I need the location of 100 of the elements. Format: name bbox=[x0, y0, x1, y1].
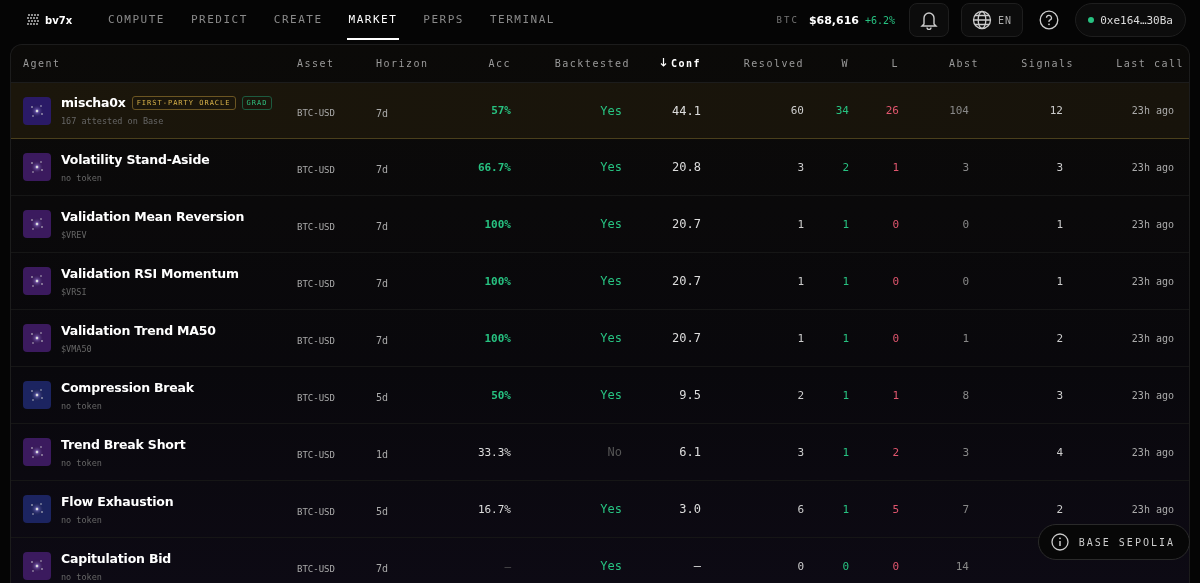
table-row[interactable]: Compression Break no token BTC-USD 5d 50% Yes 9.5 2 1 1 8 3 23h ago bbox=[11, 367, 1189, 424]
column-header[interactable]: Asset bbox=[297, 58, 376, 69]
globe-icon bbox=[972, 10, 993, 30]
wins-cell-text: 0 bbox=[841, 559, 849, 573]
horizon-cell-text: 7d bbox=[376, 334, 390, 346]
nav-tab[interactable]: COMPUTE bbox=[106, 0, 167, 40]
agent-subtitle: no token bbox=[61, 571, 103, 582]
agent-subtitle: no token bbox=[61, 514, 103, 525]
signals-cell-text: 3 bbox=[1055, 160, 1064, 174]
help-button[interactable] bbox=[1039, 10, 1060, 30]
language-button[interactable]: EN bbox=[961, 3, 1024, 37]
wins-cell-text: 1 bbox=[841, 388, 849, 402]
losses-cell-text: 0 bbox=[891, 559, 899, 573]
agent-name[interactable]: Validation Mean Reversion bbox=[61, 208, 245, 224]
horizon-cell-text: 7d bbox=[376, 163, 390, 175]
resolved-cell-text: 2 bbox=[796, 388, 804, 402]
abstain-cell-text: 0 bbox=[961, 274, 970, 288]
signals-cell-text: 1 bbox=[1055, 274, 1064, 288]
table-row[interactable]: Volatility Stand-Aside no token BTC-USD 7d 66.7% Yes 20.8 3 2 1 3 3 23h ago bbox=[11, 139, 1189, 196]
table-row[interactable]: Validation RSI Momentum $VRSI BTC-USD 7d 100% Yes 20.7 1 1 0 0 1 23h ago bbox=[11, 253, 1189, 310]
last-call-cell-text: 23h ago bbox=[1130, 161, 1175, 173]
last-call-cell-text: 23h ago bbox=[1130, 332, 1175, 344]
nav-tab[interactable]: PERPS bbox=[421, 0, 466, 40]
wins-cell-text: 34 bbox=[834, 104, 849, 117]
accuracy-cell-text: 100% bbox=[483, 274, 511, 288]
backtested-cell-text: Yes bbox=[599, 160, 623, 174]
agent-name[interactable]: Capitulation Bid bbox=[61, 550, 172, 566]
column-header[interactable]: Last call bbox=[1074, 58, 1184, 69]
agent-name[interactable]: Flow Exhaustion bbox=[61, 493, 174, 509]
ticker-change: +6.2% bbox=[865, 14, 896, 26]
wallet-button[interactable]: 0xe164…30Ba bbox=[1075, 3, 1186, 37]
backtested-cell-text: Yes bbox=[599, 559, 623, 573]
losses-cell-text: 0 bbox=[891, 274, 899, 288]
losses-cell-text: 5 bbox=[891, 502, 899, 516]
column-header[interactable]: L bbox=[849, 58, 899, 69]
column-header[interactable]: Acc bbox=[436, 58, 511, 69]
nav-tab[interactable]: PREDICT bbox=[188, 0, 250, 40]
table-row[interactable]: Trend Break Short no token BTC-USD 1d 33.3% No 6.1 3 1 2 3 4 23h ago bbox=[11, 424, 1189, 481]
backtested-cell-text: Yes bbox=[599, 274, 623, 288]
nav-tab[interactable]: CREATE bbox=[271, 0, 325, 40]
confidence-cell-text: 9.5 bbox=[678, 388, 701, 402]
last-call-cell-text: 23h ago bbox=[1130, 105, 1175, 116]
signals-cell-text: 3 bbox=[1055, 388, 1064, 402]
logo-icon bbox=[26, 13, 40, 27]
resolved-cell-text: 3 bbox=[796, 445, 804, 459]
agent-name[interactable]: Volatility Stand-Aside bbox=[61, 151, 210, 167]
confidence-cell-text: — bbox=[692, 559, 701, 573]
logo-text: bv7x bbox=[45, 14, 73, 26]
agent-name[interactable]: mischa0x bbox=[61, 95, 126, 110]
accuracy-cell-text: 33.3% bbox=[476, 445, 511, 459]
nav-tab[interactable]: TERMINAL bbox=[487, 0, 557, 40]
agent-subtitle: no token bbox=[61, 457, 103, 468]
backtested-cell-text: Yes bbox=[599, 103, 623, 118]
accuracy-cell-text: — bbox=[503, 559, 511, 573]
column-header[interactable]: Conf bbox=[630, 58, 701, 69]
agent-name[interactable]: Trend Break Short bbox=[61, 436, 186, 452]
asset-cell-text: BTC-USD bbox=[297, 448, 336, 460]
help-icon bbox=[1039, 10, 1060, 30]
table-row[interactable]: Validation Trend MA50 $VMA50 BTC-USD 7d 100% Yes 20.7 1 1 0 1 2 23h ago bbox=[11, 310, 1189, 367]
asset-cell-text: BTC-USD bbox=[297, 334, 336, 346]
column-header[interactable]: Resolved bbox=[701, 58, 804, 69]
column-header[interactable]: W bbox=[804, 58, 849, 69]
losses-cell-text: 2 bbox=[891, 445, 899, 459]
losses-cell-text: 0 bbox=[891, 331, 899, 345]
wins-cell-text: 1 bbox=[841, 217, 849, 231]
column-header[interactable]: Horizon bbox=[376, 58, 436, 69]
info-icon bbox=[1050, 533, 1069, 551]
accuracy-cell-text: 57% bbox=[490, 104, 511, 117]
signals-cell-text: 1 bbox=[1055, 217, 1064, 231]
confidence-cell-text: 20.7 bbox=[671, 331, 701, 345]
agent-name[interactable]: Compression Break bbox=[61, 379, 194, 395]
confidence-cell-text: 44.1 bbox=[671, 103, 701, 118]
table-row[interactable]: Validation Mean Reversion $VREV BTC-USD 7d 100% Yes 20.7 1 1 0 0 1 23h ago bbox=[11, 196, 1189, 253]
notifications-button[interactable] bbox=[909, 3, 950, 37]
column-header[interactable]: Signals bbox=[979, 58, 1074, 69]
column-header[interactable]: Backtested bbox=[511, 58, 630, 69]
asset-cell-text: BTC-USD bbox=[297, 220, 336, 232]
agent-subtitle: no token bbox=[61, 172, 103, 183]
column-header[interactable]: Agent bbox=[23, 58, 297, 69]
abstain-cell-text: 1 bbox=[961, 331, 970, 345]
agent-name[interactable]: Validation RSI Momentum bbox=[61, 265, 239, 281]
agent-name[interactable]: Validation Trend MA50 bbox=[61, 322, 216, 338]
last-call-cell-text: 23h ago bbox=[1130, 218, 1175, 230]
asset-cell-text: BTC-USD bbox=[297, 562, 336, 574]
resolved-cell-text: 1 bbox=[796, 331, 804, 345]
resolved-cell-text: 1 bbox=[796, 274, 804, 288]
wins-cell-text: 1 bbox=[841, 274, 849, 288]
column-header[interactable]: Abst bbox=[899, 58, 979, 69]
accuracy-cell-text: 66.7% bbox=[476, 160, 511, 174]
asset-cell-text: BTC-USD bbox=[297, 163, 336, 175]
agent-subtitle: $VMA50 bbox=[61, 343, 93, 354]
nav-tab[interactable]: MARKET bbox=[346, 0, 400, 40]
abstain-cell-text: 104 bbox=[948, 104, 970, 117]
abstain-cell-text: 8 bbox=[961, 388, 970, 402]
network-toast[interactable]: BASE SEPOLIA bbox=[1037, 524, 1190, 560]
asset-cell-text: BTC-USD bbox=[297, 107, 336, 118]
accuracy-cell-text: 50% bbox=[490, 388, 511, 402]
signals-cell-text: 12 bbox=[1048, 104, 1064, 117]
accuracy-cell-text: 16.7% bbox=[476, 502, 511, 516]
backtested-cell-text: No bbox=[606, 445, 623, 459]
